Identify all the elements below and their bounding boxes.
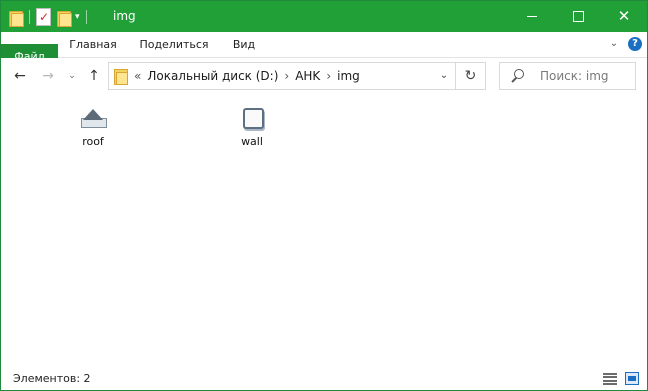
navigation-bar: ← → ⌄ ↑ «Локальный диск (D:) › AHK › img ⌄ ↻…	[1, 58, 647, 94]
toolbar-separator	[29, 10, 30, 24]
large-icons-view-icon[interactable]	[625, 372, 639, 385]
close-button[interactable]: ✕	[601, 1, 647, 32]
back-button[interactable]: ←	[11, 67, 29, 85]
folder-icon[interactable]	[9, 9, 24, 27]
expand-ribbon-icon[interactable]: ⌄	[607, 37, 621, 51]
ribbon-tabs: Файл Главная Поделиться Вид ⌄ ?	[1, 32, 647, 90]
breadcrumb-separator[interactable]: ›	[278, 63, 295, 89]
search-box[interactable]: Поиск: img	[499, 62, 636, 90]
maximize-button[interactable]	[555, 1, 601, 32]
file-list: roof wall	[1, 95, 647, 367]
details-view-icon[interactable]	[603, 373, 617, 386]
properties-icon[interactable]: ✓	[36, 8, 51, 26]
tab-view[interactable]: Вид	[220, 32, 268, 57]
folder-icon	[114, 69, 128, 85]
minimize-icon	[527, 16, 537, 17]
status-bar: Элементов: 2	[1, 367, 647, 390]
toolbar-separator	[85, 10, 87, 24]
close-icon: ✕	[617, 7, 631, 25]
wall-image-icon	[238, 107, 266, 129]
help-icon[interactable]: ?	[628, 37, 642, 51]
breadcrumb-separator[interactable]: ›	[320, 63, 337, 89]
new-folder-icon[interactable]	[57, 9, 72, 27]
tab-home[interactable]: Главная	[58, 32, 128, 57]
address-dropdown-icon[interactable]: ⌄	[435, 63, 453, 89]
window-title: img	[113, 9, 136, 23]
breadcrumb-item-img[interactable]: img	[337, 63, 360, 89]
breadcrumb-item-drive[interactable]: Локальный диск (D:)	[147, 63, 278, 89]
search-icon	[510, 69, 525, 84]
file-name: roof	[82, 135, 104, 148]
refresh-button[interactable]: ↻	[456, 62, 486, 90]
recent-locations-chevron-icon[interactable]: ⌄	[65, 67, 79, 85]
search-input[interactable]: Поиск: img	[540, 63, 609, 89]
maximize-icon	[572, 11, 584, 22]
up-button[interactable]: ↑	[85, 67, 103, 85]
title-bar: ✓ ▾ img ✕	[1, 1, 647, 32]
file-item-wall[interactable]: wall	[212, 107, 292, 153]
address-bar[interactable]: «Локальный диск (D:) › AHK › img ⌄	[108, 62, 456, 90]
file-name: wall	[241, 135, 263, 148]
roof-image-icon	[79, 107, 107, 129]
tab-share[interactable]: Поделиться	[128, 32, 220, 57]
explorer-window: ✓ ▾ img ✕ Файл Главная Поделиться Вид ⌄ …	[0, 0, 648, 391]
breadcrumb-item-ahk[interactable]: AHK	[295, 63, 320, 89]
customize-dropdown-icon[interactable]: ▾	[75, 12, 80, 22]
item-count: Элементов: 2	[13, 372, 91, 385]
quick-access-toolbar: ✓ ▾	[9, 7, 87, 27]
minimize-button[interactable]	[509, 1, 555, 32]
file-item-roof[interactable]: roof	[53, 107, 133, 153]
forward-button[interactable]: →	[39, 67, 57, 85]
breadcrumb-overflow[interactable]: «	[134, 63, 147, 89]
breadcrumb: «Локальный диск (D:) › AHK › img	[134, 63, 360, 89]
